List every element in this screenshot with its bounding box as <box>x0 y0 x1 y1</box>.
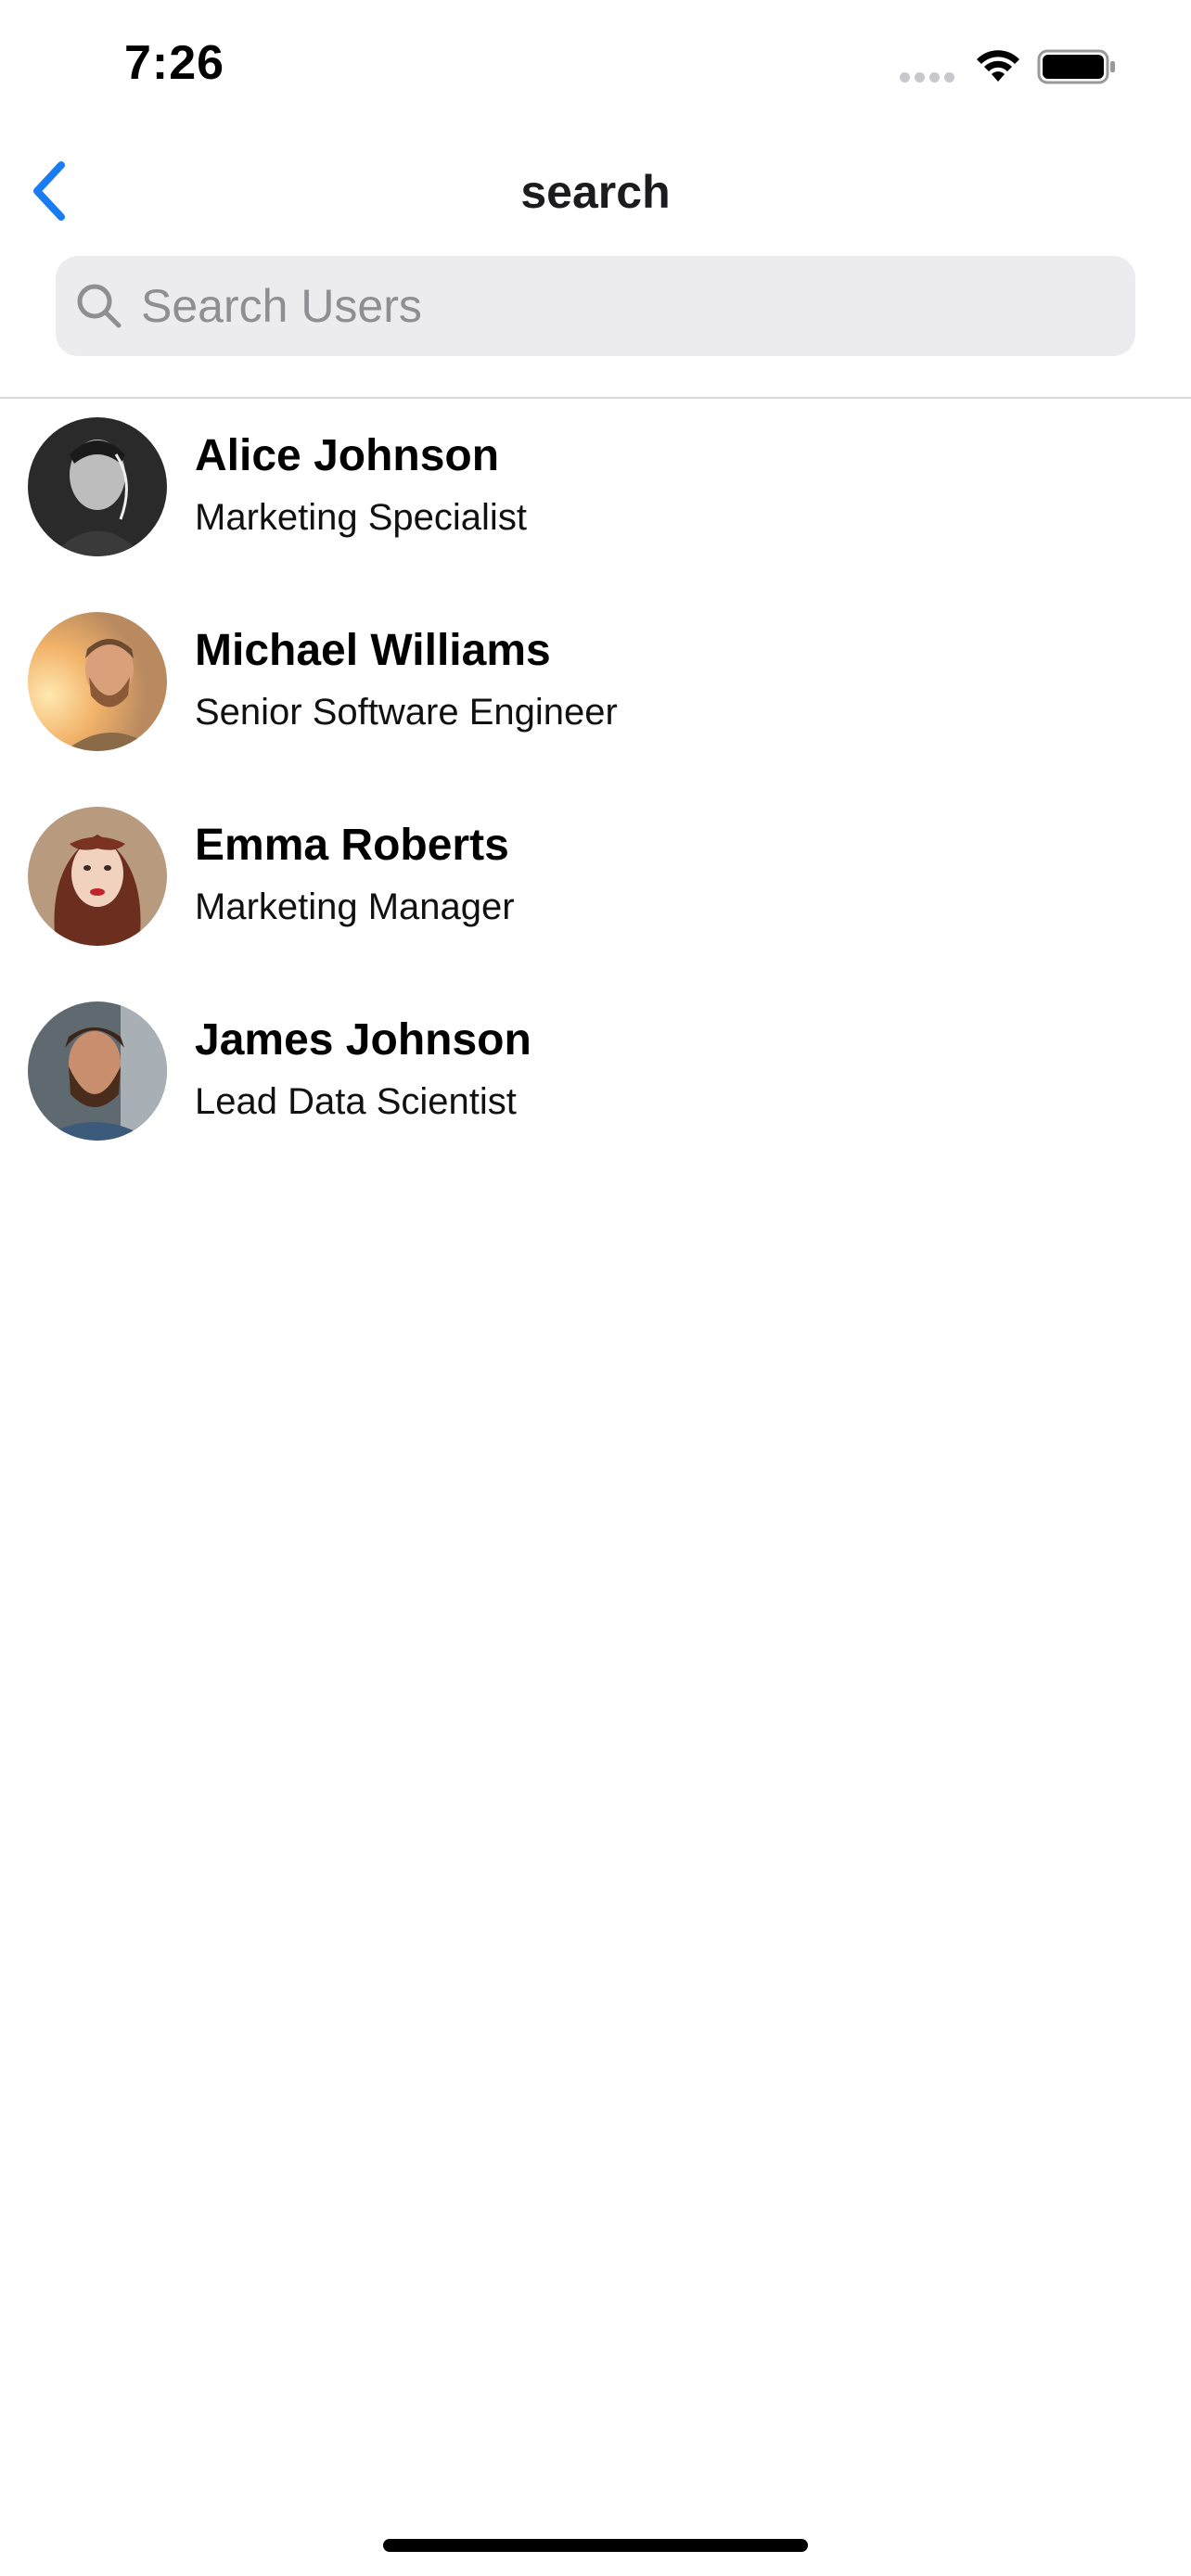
user-title: Senior Software Engineer <box>195 692 618 733</box>
user-row[interactable]: Michael Williams Senior Software Enginee… <box>0 603 1191 797</box>
search-bar[interactable] <box>56 256 1135 356</box>
status-bar: 7:26 <box>0 0 1191 130</box>
page-title: search <box>520 166 671 218</box>
divider <box>0 397 1191 399</box>
navigation-bar: search <box>0 130 1191 250</box>
user-name: Emma Roberts <box>195 821 509 870</box>
avatar <box>28 417 167 556</box>
search-icon <box>77 284 122 328</box>
user-row[interactable]: Alice Johnson Marketing Specialist <box>0 408 1191 603</box>
user-row[interactable]: James Johnson Lead Data Scientist <box>0 992 1191 1187</box>
user-row[interactable]: Emma Roberts Marketing Manager <box>0 797 1191 992</box>
user-list: Alice Johnson Marketing Specialist Micha… <box>0 408 1191 1187</box>
user-name: Michael Williams <box>195 626 551 675</box>
avatar <box>28 807 167 946</box>
search-input[interactable] <box>141 279 1106 333</box>
avatar <box>28 612 167 751</box>
user-title: Marketing Manager <box>195 886 515 927</box>
wifi-icon <box>977 50 1019 82</box>
avatar <box>28 1001 167 1141</box>
signal-dots-icon <box>900 72 957 83</box>
user-title: Marketing Specialist <box>195 497 527 538</box>
user-name: Alice Johnson <box>195 431 500 480</box>
status-time: 7:26 <box>124 36 225 90</box>
home-indicator <box>383 2539 808 2552</box>
user-title: Lead Data Scientist <box>195 1081 517 1122</box>
battery-icon <box>1037 49 1115 84</box>
user-name: James Johnson <box>195 1015 531 1065</box>
